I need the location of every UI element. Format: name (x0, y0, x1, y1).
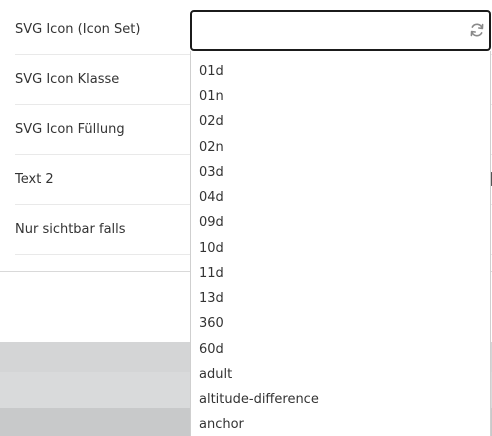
option-item[interactable]: 360 (199, 311, 224, 336)
option-item[interactable]: altitude-difference (199, 387, 319, 412)
icon-options-list[interactable]: 01d 01n 02d 02n 03d 04d 09d 10d 11d 13d … (190, 51, 491, 436)
label-text-2: Text 2 (15, 172, 54, 187)
option-item[interactable]: 01n (199, 84, 224, 109)
option-item[interactable]: anchor (199, 412, 244, 436)
svg-icon-search-field[interactable] (198, 18, 452, 44)
option-item[interactable]: 03d (199, 160, 224, 185)
label-svg-icon-class: SVG Icon Klasse (15, 72, 120, 87)
option-item[interactable]: 02d (199, 109, 224, 134)
label-svg-icon-set: SVG Icon (Icon Set) (15, 22, 141, 37)
option-item[interactable]: 01d (199, 59, 224, 84)
option-item[interactable]: 02n (199, 135, 224, 160)
refresh-icon[interactable] (469, 22, 485, 38)
option-item[interactable]: 60d (199, 337, 224, 362)
svg-icon-select-input[interactable] (190, 10, 491, 51)
label-svg-icon-fill: SVG Icon Füllung (15, 122, 125, 137)
option-item[interactable]: 09d (199, 210, 224, 235)
option-item[interactable]: 13d (199, 286, 224, 311)
option-item[interactable]: 04d (199, 185, 224, 210)
option-item[interactable]: 10d (199, 236, 224, 261)
option-item[interactable]: adult (199, 362, 232, 387)
label-visible-if: Nur sichtbar falls (15, 222, 126, 237)
option-item[interactable]: 11d (199, 261, 224, 286)
